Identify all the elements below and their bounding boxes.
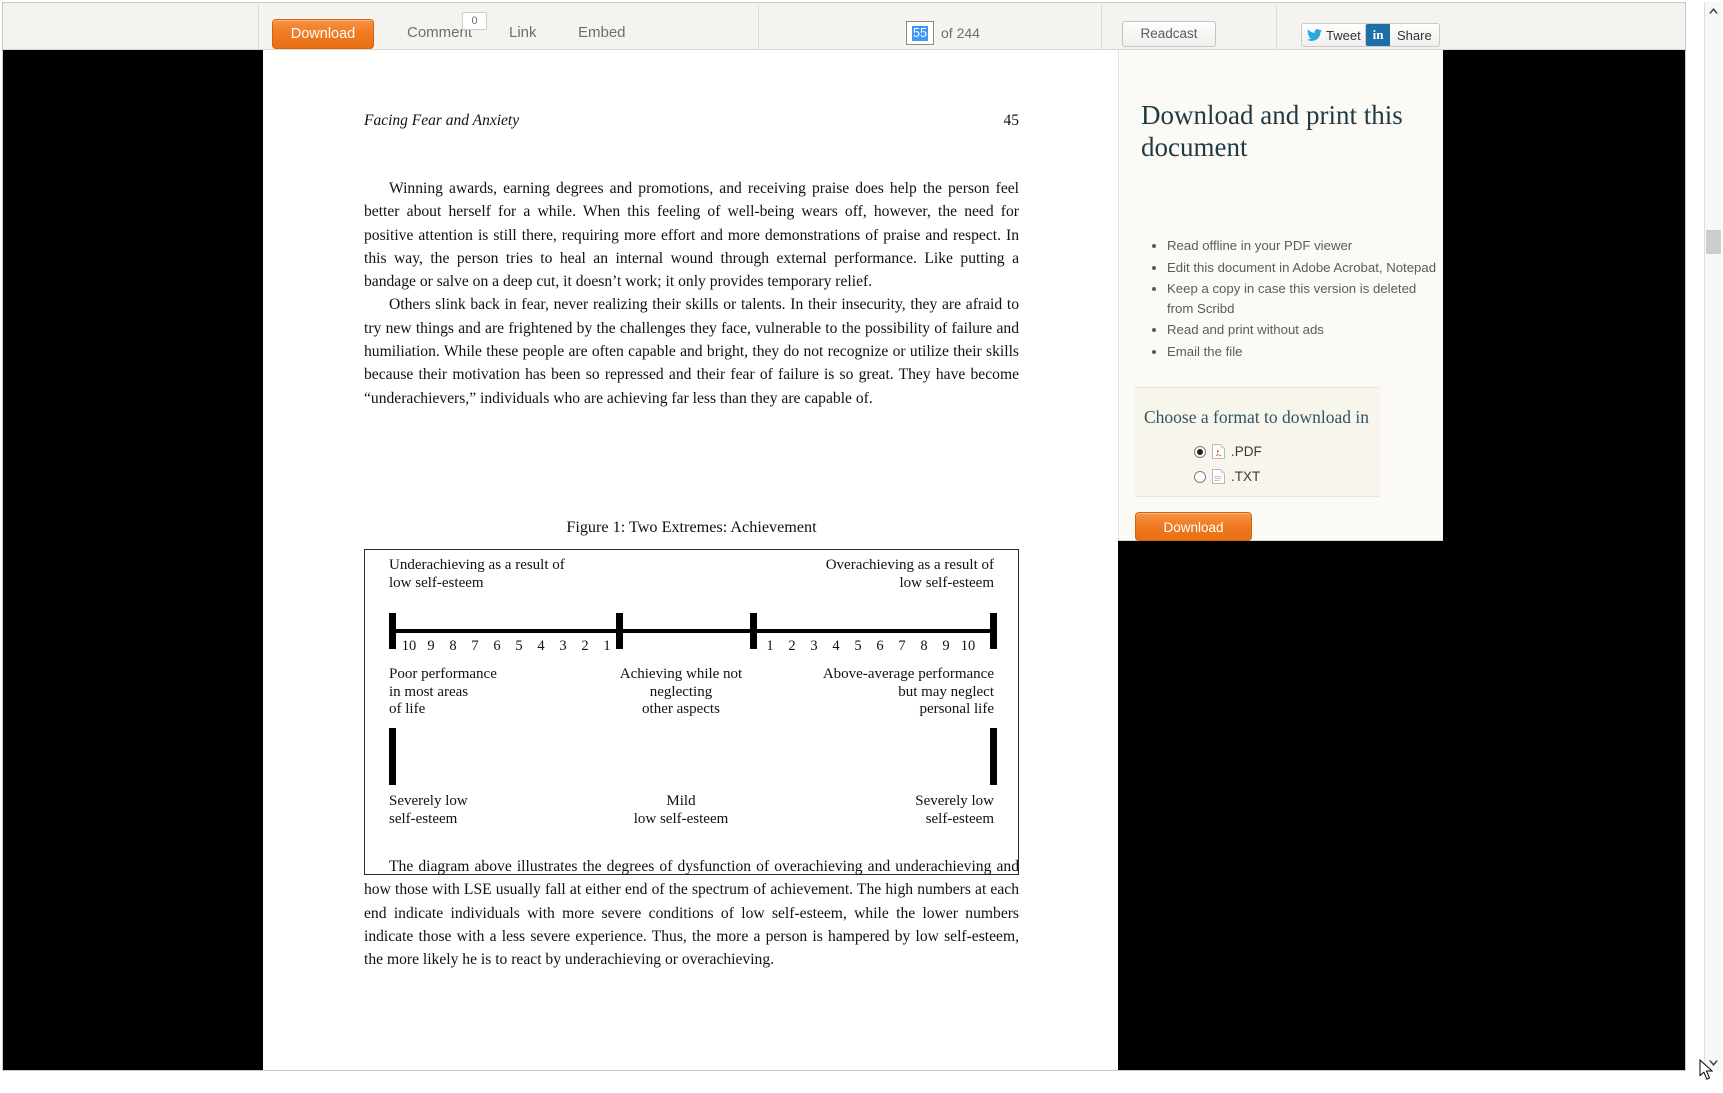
diagram-scale-line (389, 629, 997, 633)
comment-count-badge: 0 (462, 12, 487, 30)
diagram-label-above-average: Above-average performance but may neglec… (822, 666, 994, 717)
diagram-scale-number: 1 (603, 638, 611, 654)
linkedin-share-button[interactable]: in Share (1365, 23, 1440, 47)
running-head-title: Facing Fear and Anxiety (364, 112, 520, 129)
diagram-scale-number: 7 (898, 638, 906, 654)
vertical-scrollbar[interactable] (1704, 2, 1721, 1071)
scribd-document-viewer: Download Comment 0 Link Embed 55 of 244 … (0, 0, 1723, 1093)
paragraph: Winning awards, earning degrees and prom… (364, 180, 1019, 291)
twitter-icon (1307, 28, 1322, 41)
scroll-up-arrow[interactable] (1705, 2, 1721, 19)
diagram-scale-number: 9 (427, 638, 435, 654)
tweet-button[interactable]: Tweet (1301, 23, 1369, 47)
toolbar-divider (1276, 5, 1277, 50)
viewer-viewport: Download Comment 0 Link Embed 55 of 244 … (2, 2, 1686, 1071)
toolbar-divider (1101, 5, 1102, 50)
format-chooser-title: Choose a format to download in (1144, 407, 1370, 427)
page-number-input[interactable]: 55 (906, 21, 934, 45)
diagram-label-mild-center: Mild low self-esteem (633, 793, 729, 827)
format-chooser: Choose a format to download in .PDF .TXT (1135, 387, 1380, 497)
download-benefit-item: Read and print without ads (1167, 320, 1442, 340)
diagram-scale-number: 2 (788, 638, 796, 654)
diagram-scale-number: 4 (832, 638, 840, 654)
diagram-scale-number: 2 (581, 638, 589, 654)
download-panel-heading: Download and print this document (1141, 100, 1403, 162)
diagram-scale-number: 1 (766, 638, 774, 654)
readcast-button[interactable]: Readcast (1122, 21, 1216, 47)
diagram-scale-number: 3 (559, 638, 567, 654)
scrollbar-thumb[interactable] (1706, 230, 1721, 254)
paragraph: The diagram above illustrates the degree… (364, 858, 1019, 969)
tweet-label: Tweet (1326, 27, 1361, 43)
document-page[interactable]: Facing Fear and Anxiety 45 Winning award… (263, 50, 1118, 1070)
page-navigation: 55 of 244 (906, 19, 980, 47)
figure-1-diagram: Underachieving as a result of low self-e… (364, 549, 1019, 875)
diagram-label-severely-low-right: Severely low self-esteem (915, 793, 994, 827)
diagram-tick-left-end (389, 613, 396, 649)
diagram-scale-number: 8 (449, 638, 457, 654)
radio-txt[interactable] (1194, 470, 1206, 483)
body-text-block: Winning awards, earning degrees and prom… (364, 177, 1019, 410)
download-benefit-item: Keep a copy in case this version is dele… (1167, 279, 1442, 318)
scroll-down-arrow[interactable] (1705, 1054, 1721, 1071)
diagram-scale-number: 5 (515, 638, 523, 654)
body-text-block: The diagram above illustrates the degree… (364, 855, 1019, 971)
linkedin-icon: in (1366, 24, 1390, 46)
diagram-tick-mid-right (750, 613, 757, 649)
diagram-scale-number: 7 (471, 638, 479, 654)
diagram-scale-number: 6 (876, 638, 884, 654)
figure-caption: Figure 1: Two Extremes: Achievement (566, 518, 817, 536)
diagram-label-overachieving: Overachieving as a result of low self-es… (825, 557, 994, 591)
diagram-scale-number: 10 (401, 638, 417, 654)
pdf-file-icon (1212, 444, 1225, 459)
text-file-icon (1212, 469, 1225, 484)
embed-button[interactable]: Embed (578, 19, 626, 47)
download-benefit-item: Edit this document in Adobe Acrobat, Not… (1167, 258, 1442, 278)
radio-pdf[interactable] (1194, 445, 1206, 458)
download-benefit-item: Email the file (1167, 342, 1442, 362)
diagram-label-severely-low-left: Severely low self-esteem (389, 793, 468, 827)
download-benefit-item: Read offline in your PDF viewer (1167, 236, 1442, 256)
page-number-value: 55 (912, 25, 928, 41)
diagram-tick-right-end (990, 613, 997, 649)
diagram-scale-right: 1 2 3 4 5 6 7 8 9 10 (759, 638, 979, 655)
diagram-scale-number: 6 (493, 638, 501, 654)
diagram-scale-number: 3 (810, 638, 818, 654)
diagram-scale-number: 10 (960, 638, 976, 654)
download-panel: Download and print this document Read of… (1118, 50, 1443, 541)
diagram-scale-number: 8 (920, 638, 928, 654)
running-head: Facing Fear and Anxiety 45 (364, 112, 1019, 130)
download-benefits-list: Read offline in your PDF viewerEdit this… (1151, 236, 1442, 363)
format-option-txt[interactable]: .TXT (1194, 469, 1260, 484)
diagram-scale-number: 9 (942, 638, 950, 654)
page-total-label: of 244 (941, 25, 980, 41)
diagram-tick-lower-right (990, 728, 997, 785)
viewer-toolbar: Download Comment 0 Link Embed 55 of 244 … (3, 3, 1685, 50)
diagram-label-underachieving: Underachieving as a result of low self-e… (389, 557, 565, 591)
format-pdf-label: .PDF (1231, 444, 1262, 459)
diagram-tick-lower-left (389, 728, 396, 785)
diagram-scale-number: 4 (537, 638, 545, 654)
download-button-toolbar[interactable]: Download (272, 19, 374, 49)
printed-page-number: 45 (1003, 112, 1020, 129)
format-option-pdf[interactable]: .PDF (1194, 444, 1262, 459)
format-txt-label: .TXT (1231, 469, 1261, 484)
download-button-panel[interactable]: Download (1135, 512, 1252, 541)
browser-window: Download Comment 0 Link Embed 55 of 244 … (0, 0, 1723, 1093)
toolbar-divider (758, 5, 759, 50)
diagram-label-poor-performance: Poor performance in most areas of life (389, 666, 497, 717)
paragraph: Others slink back in fear, never realizi… (364, 296, 1019, 407)
diagram-scale-number: 5 (854, 638, 862, 654)
diagram-scale-left: 10 9 8 7 6 5 4 3 2 1 (398, 638, 618, 655)
link-button[interactable]: Link (509, 19, 537, 47)
toolbar-divider (258, 5, 259, 50)
document-page-content: Facing Fear and Anxiety 45 Winning award… (263, 50, 1118, 1070)
diagram-label-achieving-center: Achieving while not neglecting other asp… (619, 666, 743, 717)
share-label: Share (1397, 27, 1432, 43)
